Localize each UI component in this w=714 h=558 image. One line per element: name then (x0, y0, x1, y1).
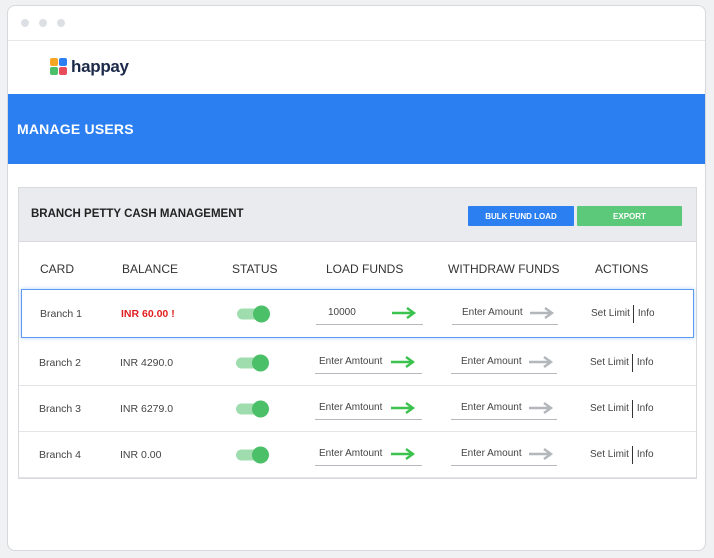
set-limit-link[interactable]: Set Limit (590, 357, 629, 368)
card-name: Branch 3 (39, 402, 82, 415)
withdraw-arrow-icon[interactable] (528, 356, 554, 368)
table-row[interactable]: Branch 3 INR 6279.0 Enter Amtount Enter … (19, 386, 696, 432)
load-funds-value: 10000 (328, 306, 356, 318)
load-funds-input[interactable]: Enter Amtount (315, 352, 422, 374)
status-toggle[interactable] (236, 354, 269, 371)
load-funds-input[interactable]: Enter Amtount (315, 398, 422, 420)
load-arrow-icon[interactable] (390, 402, 416, 414)
withdraw-placeholder: Enter Amount (461, 447, 522, 459)
info-link[interactable]: Info (637, 449, 654, 460)
table-row[interactable]: Branch 1 INR 60.00 ! 10000 Enter Amount … (21, 289, 694, 338)
table-row[interactable]: Branch 2 INR 4290.0 Enter Amtount Enter … (19, 340, 696, 386)
load-funds-placeholder: Enter Amtount (319, 447, 383, 459)
card-name: Branch 4 (39, 448, 82, 461)
bulk-fund-load-button[interactable]: BULK FUND LOAD (468, 206, 574, 226)
panel-header: BRANCH PETTY CASH MANAGEMENT BULK FUND L… (19, 188, 696, 242)
withdraw-funds-input[interactable]: Enter Amount (452, 303, 558, 325)
info-link[interactable]: Info (637, 357, 654, 368)
load-funds-input[interactable]: 10000 (316, 303, 423, 325)
withdraw-placeholder: Enter Amount (462, 306, 523, 318)
balance-value: INR 6279.0 (120, 402, 174, 415)
withdraw-arrow-icon[interactable] (528, 448, 554, 460)
balance-value: INR 4290.0 (120, 356, 174, 369)
load-arrow-icon[interactable] (391, 307, 417, 319)
load-funds-input[interactable]: Enter Amtount (315, 444, 422, 466)
column-header-actions[interactable]: ACTIONS (595, 262, 648, 276)
column-header-withdraw-funds[interactable]: WITHDRAW FUNDS (448, 262, 560, 276)
withdraw-placeholder: Enter Amount (461, 401, 522, 413)
withdraw-funds-input[interactable]: Enter Amount (451, 444, 557, 466)
table-row[interactable]: Branch 4 INR 0.00 Enter Amtount Enter Am… (19, 432, 696, 478)
card-name: Branch 1 (40, 307, 83, 320)
load-funds-placeholder: Enter Amtount (319, 355, 383, 367)
balance-value: INR 60.00 ! (121, 307, 175, 320)
window-dot-minimize[interactable] (39, 19, 47, 27)
happay-logo-icon (50, 58, 68, 76)
column-header-load-funds[interactable]: LOAD FUNDS (326, 262, 403, 276)
brand-name: happay (71, 57, 129, 76)
row-actions: Set Limit Info (590, 445, 654, 464)
withdraw-funds-input[interactable]: Enter Amount (451, 398, 557, 420)
panel-title: BRANCH PETTY CASH MANAGEMENT (31, 208, 244, 220)
set-limit-link[interactable]: Set Limit (590, 449, 629, 460)
load-funds-placeholder: Enter Amtount (319, 401, 383, 413)
status-toggle[interactable] (236, 400, 269, 417)
action-separator (632, 304, 634, 323)
set-limit-link[interactable]: Set Limit (591, 308, 630, 319)
action-separator (631, 353, 633, 372)
status-toggle[interactable] (237, 305, 270, 322)
window-dot-close[interactable] (21, 19, 29, 27)
withdraw-placeholder: Enter Amount (461, 355, 522, 367)
status-toggle[interactable] (236, 446, 269, 463)
balance-value: INR 0.00 (120, 448, 162, 461)
page-banner: MANAGE USERS (8, 94, 705, 164)
page-title: MANAGE USERS (17, 121, 134, 137)
window-dot-maximize[interactable] (57, 19, 65, 27)
row-actions: Set Limit Info (590, 353, 654, 372)
column-header-status[interactable]: STATUS (232, 262, 278, 276)
card-name: Branch 2 (39, 356, 82, 369)
export-button[interactable]: EXPORT (577, 206, 682, 226)
info-link[interactable]: Info (637, 403, 654, 414)
load-arrow-icon[interactable] (390, 448, 416, 460)
withdraw-arrow-icon[interactable] (529, 307, 555, 319)
column-header-card[interactable]: CARD (40, 262, 74, 276)
withdraw-funds-input[interactable]: Enter Amount (451, 352, 557, 374)
row-actions: Set Limit Info (591, 304, 655, 323)
petty-cash-panel: BRANCH PETTY CASH MANAGEMENT BULK FUND L… (18, 187, 697, 479)
browser-window: happay MANAGE USERS BRANCH PETTY CASH MA… (7, 5, 706, 551)
info-link[interactable]: Info (638, 308, 655, 319)
load-arrow-icon[interactable] (390, 356, 416, 368)
window-titlebar (8, 6, 705, 41)
action-separator (631, 399, 633, 418)
withdraw-arrow-icon[interactable] (528, 402, 554, 414)
action-separator (631, 445, 633, 464)
happay-logo[interactable]: happay (50, 56, 129, 78)
column-header-balance[interactable]: BALANCE (122, 262, 178, 276)
row-actions: Set Limit Info (590, 399, 654, 418)
set-limit-link[interactable]: Set Limit (590, 403, 629, 414)
